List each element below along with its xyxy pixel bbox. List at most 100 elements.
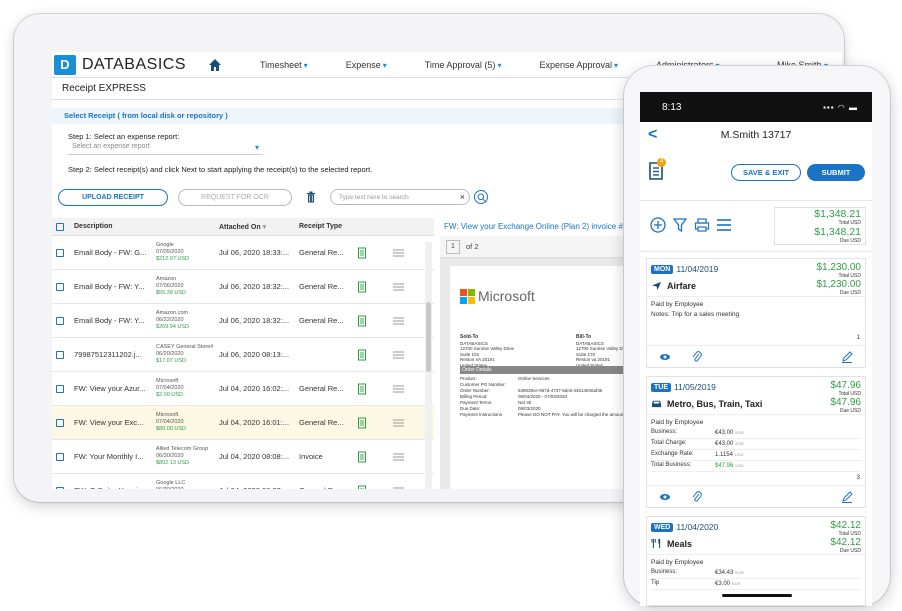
row-vendor: Allied Telecom Group 06/30/2020 $802.13 US…	[156, 446, 209, 466]
table-row[interactable]: Email Body - FW: Y... Amazon 07/06/2020 $55…	[52, 270, 434, 304]
expense-report-select[interactable]: Select an expense report ▾	[68, 143, 263, 155]
document-icon[interactable]	[357, 281, 367, 293]
print-icon[interactable]	[694, 217, 710, 233]
row-description[interactable]: 79987512311202.j...	[74, 350, 156, 359]
row-description[interactable]: FW: G Suite: Your i...	[74, 486, 156, 489]
row-menu-icon[interactable]	[393, 317, 404, 325]
search-input[interactable]: Type text here to search ×	[330, 189, 470, 205]
nav-expense-approval[interactable]: Expense Approval ▾	[539, 60, 618, 70]
document-icon[interactable]	[357, 485, 367, 490]
expense-card-meals[interactable]: WED 11/04/2020 Meals $42.12 Total USD $42…	[646, 516, 866, 606]
row-vendor: CASEY General Store# 06/20/2020 $17.07 USD	[156, 344, 214, 364]
row-receipt-type: General Re...	[299, 316, 344, 325]
step1-label: Step 1: Select an expense report:	[68, 132, 180, 141]
page-number-input[interactable]: 1	[446, 239, 460, 254]
expense-detail-row: Total Charge: €43.00 EUR	[651, 439, 861, 450]
table-row[interactable]: FW: View your Exc... Microsoft 07/04/2020 $…	[52, 406, 434, 440]
row-description[interactable]: FW: Your Monthly I...	[74, 452, 156, 461]
document-icon[interactable]	[357, 451, 367, 463]
phone-actions: 4 SAVE & EXIT SUBMIT	[640, 154, 872, 194]
row-description[interactable]: Email Body - FW: G...	[74, 248, 156, 257]
table-row[interactable]: FW: G Suite: Your i...Google LLC06/30/20…	[52, 474, 434, 489]
table-row[interactable]: FW: View your Azur... Microsoft 07/04/2020…	[52, 372, 434, 406]
page-count: of 2	[466, 242, 479, 251]
home-indicator[interactable]	[722, 594, 792, 597]
document-icon[interactable]	[357, 247, 367, 259]
row-menu-icon[interactable]	[393, 283, 404, 291]
order-detail-row: Payment Instructions Please DO NOT PAY. Y…	[460, 412, 624, 417]
fork-knife-icon	[651, 538, 661, 549]
scroll-thumb[interactable]	[426, 302, 431, 372]
upload-receipt-button[interactable]: UPLOAD RECEIPT	[58, 188, 168, 206]
row-menu-icon[interactable]	[393, 351, 404, 359]
trash-icon[interactable]	[306, 191, 316, 203]
clear-icon[interactable]: ×	[460, 192, 465, 202]
row-checkbox[interactable]	[56, 418, 64, 427]
filter-icon[interactable]	[672, 217, 688, 233]
row-description[interactable]: FW: View your Azur...	[74, 384, 156, 393]
table-row[interactable]: Email Body - FW: Y... Amazon.com 06/22/202…	[52, 304, 434, 338]
row-checkbox[interactable]	[56, 384, 64, 393]
car-icon	[651, 400, 662, 408]
airplane-icon	[651, 281, 662, 291]
signal-wifi-battery-icon: ▪▪▪ ◠ ▬	[823, 102, 858, 112]
row-menu-icon[interactable]	[393, 385, 404, 393]
row-attached-on: Jul 06, 2020 08:13:...	[219, 350, 290, 359]
col-receipt-type[interactable]: Receipt Type	[299, 223, 369, 230]
row-checkbox[interactable]	[56, 316, 64, 325]
table-row[interactable]: Email Body - FW: G... Google 07/05/2020 $21…	[52, 236, 434, 270]
row-description[interactable]: Email Body - FW: Y...	[74, 316, 156, 325]
expense-detail-row: Business: €34.43 EUR	[651, 568, 861, 579]
select-all-checkbox[interactable]	[56, 222, 64, 231]
report-totals: $1,348.21 Total USD $1,348.21 Due USD	[774, 207, 866, 245]
order-details: Product: Online Services Customer PO Numbe…	[460, 376, 623, 418]
bill-to-address: Bill-To DATABASICS 12700 Sunrise Valley …	[576, 334, 625, 368]
table-row[interactable]: FW: Your Monthly I... Allied Telecom Grou…	[52, 440, 434, 474]
save-exit-button[interactable]: SAVE & EXIT	[731, 164, 801, 181]
row-vendor: Microsoft 07/04/2020 $80.00 USD	[156, 412, 186, 432]
document-icon[interactable]	[357, 315, 367, 327]
menu-icon[interactable]	[716, 217, 732, 233]
row-checkbox[interactable]	[56, 248, 64, 257]
row-menu-icon[interactable]	[393, 487, 404, 490]
search-button[interactable]	[474, 190, 488, 204]
nav-time-approval[interactable]: Time Approval (5) ▾	[425, 60, 502, 70]
add-icon[interactable]	[650, 217, 666, 233]
row-menu-icon[interactable]	[393, 249, 404, 257]
row-checkbox[interactable]	[56, 350, 64, 359]
edit-icon[interactable]	[841, 491, 853, 503]
document-icon[interactable]	[357, 417, 367, 429]
document-icon[interactable]	[357, 349, 367, 361]
row-description[interactable]: FW: View your Exc...	[74, 418, 156, 427]
nav-expense[interactable]: Expense ▾	[346, 60, 387, 70]
table-scrollbar[interactable]	[425, 242, 432, 489]
submit-button[interactable]: SUBMIT	[807, 164, 865, 181]
row-menu-icon[interactable]	[393, 419, 404, 427]
expense-card-taxi[interactable]: TUE 11/05/2019 Metro, Bus, Train, Taxi $4…	[646, 376, 866, 508]
row-vendor: Google 07/05/2020 $212.97 USD	[156, 242, 190, 262]
col-description[interactable]: Description	[74, 223, 219, 230]
row-vendor: Amazon.com 06/22/2020 $269.94 USD	[156, 310, 190, 330]
microsoft-logo-icon	[460, 289, 475, 304]
row-receipt-type: General Re...	[299, 384, 344, 393]
row-description[interactable]: Email Body - FW: Y...	[74, 282, 156, 291]
document-icon[interactable]	[357, 383, 367, 395]
step2-label: Step 2: Select receipt(s) and click Next…	[68, 165, 373, 174]
expense-card-airfare[interactable]: MON 11/04/2019 Airfare $1,230.00 Total US…	[646, 258, 866, 368]
row-attached-on: Jul 04, 2020 08:08:...	[219, 452, 290, 461]
edit-icon[interactable]	[841, 351, 853, 363]
row-checkbox[interactable]	[56, 486, 64, 489]
request-ocr-button[interactable]: REQUEST FOR OCR	[178, 188, 292, 206]
view-icon[interactable]	[659, 491, 671, 503]
home-icon[interactable]	[208, 58, 222, 72]
col-attached-on[interactable]: Attached On ▾	[219, 223, 299, 231]
row-menu-icon[interactable]	[393, 453, 404, 461]
view-icon[interactable]	[659, 351, 671, 363]
table-row[interactable]: 79987512311202.j... CASEY General Store# 0…	[52, 338, 434, 372]
row-checkbox[interactable]	[56, 282, 64, 291]
row-receipt-type: Invoice	[299, 452, 323, 461]
row-checkbox[interactable]	[56, 452, 64, 461]
attachment-icon[interactable]	[691, 351, 703, 363]
attachment-icon[interactable]	[691, 491, 703, 503]
nav-timesheet[interactable]: Timesheet ▾	[260, 60, 308, 70]
